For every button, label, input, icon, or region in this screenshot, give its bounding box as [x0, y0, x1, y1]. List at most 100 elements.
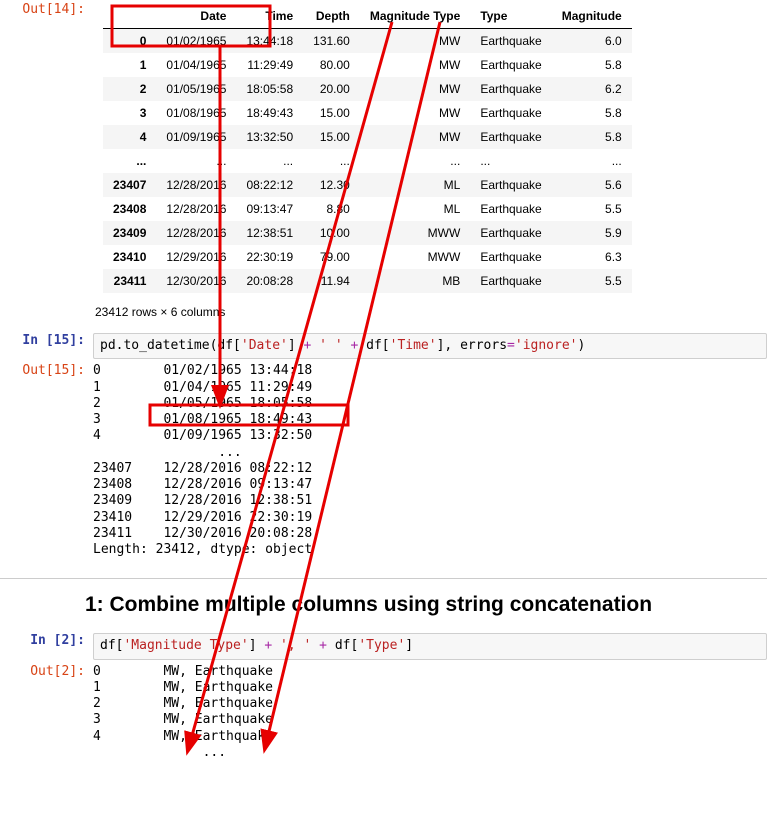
table-row: ..................... [103, 149, 632, 173]
cell: 01/09/1965 [156, 125, 236, 149]
cell-14-output: Out[14]: Date Time Depth Magnitude Type … [0, 0, 767, 295]
in-prompt-15: In [15]: [0, 333, 93, 359]
cell: 5.9 [552, 221, 632, 245]
cell: 15.00 [303, 125, 360, 149]
table-row: 401/09/196513:32:5015.00MWEarthquake5.8 [103, 125, 632, 149]
row-index: 23411 [103, 269, 156, 293]
row-index: 23407 [103, 173, 156, 197]
cell: 01/04/1965 [156, 53, 236, 77]
table-row: 2341112/30/201620:08:2811.94MBEarthquake… [103, 269, 632, 293]
cell: 11:29:49 [236, 53, 303, 77]
col-index [103, 4, 156, 29]
row-index: 23409 [103, 221, 156, 245]
cell: 22:30:19 [236, 245, 303, 269]
cell: 6.3 [552, 245, 632, 269]
cell: 8.80 [303, 197, 360, 221]
row-index: 3 [103, 101, 156, 125]
output-text-15: 0 01/02/1965 13:44:18 1 01/04/1965 11:29… [93, 363, 767, 558]
cell: 18:49:43 [236, 101, 303, 125]
col-date: Date [156, 4, 236, 29]
section-divider [0, 578, 767, 579]
table-row: 2341012/29/201622:30:1979.00MWWEarthquak… [103, 245, 632, 269]
cell-2-output: Out[2]: 0 MW, Earthquake 1 MW, Earthquak… [0, 662, 767, 764]
cell: MW [360, 77, 470, 101]
cell: 79.00 [303, 245, 360, 269]
cell: Earthquake [470, 173, 551, 197]
cell: ... [303, 149, 360, 173]
row-index: 1 [103, 53, 156, 77]
cell: Earthquake [470, 125, 551, 149]
table-row: 101/04/196511:29:4980.00MWEarthquake5.8 [103, 53, 632, 77]
cell: 5.8 [552, 53, 632, 77]
cell: 01/08/1965 [156, 101, 236, 125]
cell: Earthquake [470, 77, 551, 101]
cell: 12/30/2016 [156, 269, 236, 293]
row-index: 2 [103, 77, 156, 101]
cell: 6.2 [552, 77, 632, 101]
cell: ... [360, 149, 470, 173]
row-index: 0 [103, 29, 156, 54]
section-heading-1: 1: Combine multiple columns using string… [85, 593, 767, 617]
cell: 12.30 [303, 173, 360, 197]
cell: 18:05:58 [236, 77, 303, 101]
cell: Earthquake [470, 269, 551, 293]
table-row: 2340812/28/201609:13:478.80MLEarthquake5… [103, 197, 632, 221]
dataframe-container: Date Time Depth Magnitude Type Type Magn… [93, 2, 767, 293]
table-header-row: Date Time Depth Magnitude Type Type Magn… [103, 4, 632, 29]
cell: 13:32:50 [236, 125, 303, 149]
rowcount-text: 23412 rows × 6 columns [95, 305, 767, 319]
cell: Earthquake [470, 29, 551, 54]
cell: MW [360, 101, 470, 125]
out-prompt-2: Out[2]: [0, 664, 93, 762]
code-input-15[interactable]: pd.to_datetime(df['Date'] + ' ' + df['Ti… [93, 333, 767, 359]
cell-15-output: Out[15]: 0 01/02/1965 13:44:18 1 01/04/1… [0, 361, 767, 560]
cell: Earthquake [470, 221, 551, 245]
cell: 5.5 [552, 269, 632, 293]
cell: Earthquake [470, 197, 551, 221]
dataframe-table: Date Time Depth Magnitude Type Type Magn… [103, 4, 632, 293]
col-magtype: Magnitude Type [360, 4, 470, 29]
cell: 01/02/1965 [156, 29, 236, 54]
cell: 13:44:18 [236, 29, 303, 54]
cell: 131.60 [303, 29, 360, 54]
code-input-2[interactable]: df['Magnitude Type'] + ', ' + df['Type'] [93, 633, 767, 659]
cell: 08:22:12 [236, 173, 303, 197]
cell: 5.6 [552, 173, 632, 197]
output-text-2: 0 MW, Earthquake 1 MW, Earthquake 2 MW, … [93, 664, 767, 762]
cell: 20:08:28 [236, 269, 303, 293]
cell: 5.5 [552, 197, 632, 221]
cell: ML [360, 197, 470, 221]
in-prompt-2: In [2]: [0, 633, 93, 659]
cell: MWW [360, 245, 470, 269]
row-index: ... [103, 149, 156, 173]
cell: ... [470, 149, 551, 173]
cell: 10.00 [303, 221, 360, 245]
cell: 6.0 [552, 29, 632, 54]
row-index: 23410 [103, 245, 156, 269]
table-row: 2340912/28/201612:38:5110.00MWWEarthquak… [103, 221, 632, 245]
cell: 12/29/2016 [156, 245, 236, 269]
cell: 12/28/2016 [156, 221, 236, 245]
cell: 5.8 [552, 125, 632, 149]
table-row: 2340712/28/201608:22:1212.30MLEarthquake… [103, 173, 632, 197]
cell-2-input: In [2]: df['Magnitude Type'] + ', ' + df… [0, 631, 767, 661]
cell: ML [360, 173, 470, 197]
cell: 01/05/1965 [156, 77, 236, 101]
cell: Earthquake [470, 53, 551, 77]
cell: ... [552, 149, 632, 173]
cell: 11.94 [303, 269, 360, 293]
row-index: 23408 [103, 197, 156, 221]
col-time: Time [236, 4, 303, 29]
cell-15-input: In [15]: pd.to_datetime(df['Date'] + ' '… [0, 331, 767, 361]
cell: 80.00 [303, 53, 360, 77]
cell: MW [360, 125, 470, 149]
table-row: 301/08/196518:49:4315.00MWEarthquake5.8 [103, 101, 632, 125]
cell: MW [360, 29, 470, 54]
cell: Earthquake [470, 245, 551, 269]
cell: 5.8 [552, 101, 632, 125]
cell: MB [360, 269, 470, 293]
cell: 09:13:47 [236, 197, 303, 221]
cell: 12/28/2016 [156, 173, 236, 197]
out-prompt-15: Out[15]: [0, 363, 93, 558]
col-magnitude: Magnitude [552, 4, 632, 29]
